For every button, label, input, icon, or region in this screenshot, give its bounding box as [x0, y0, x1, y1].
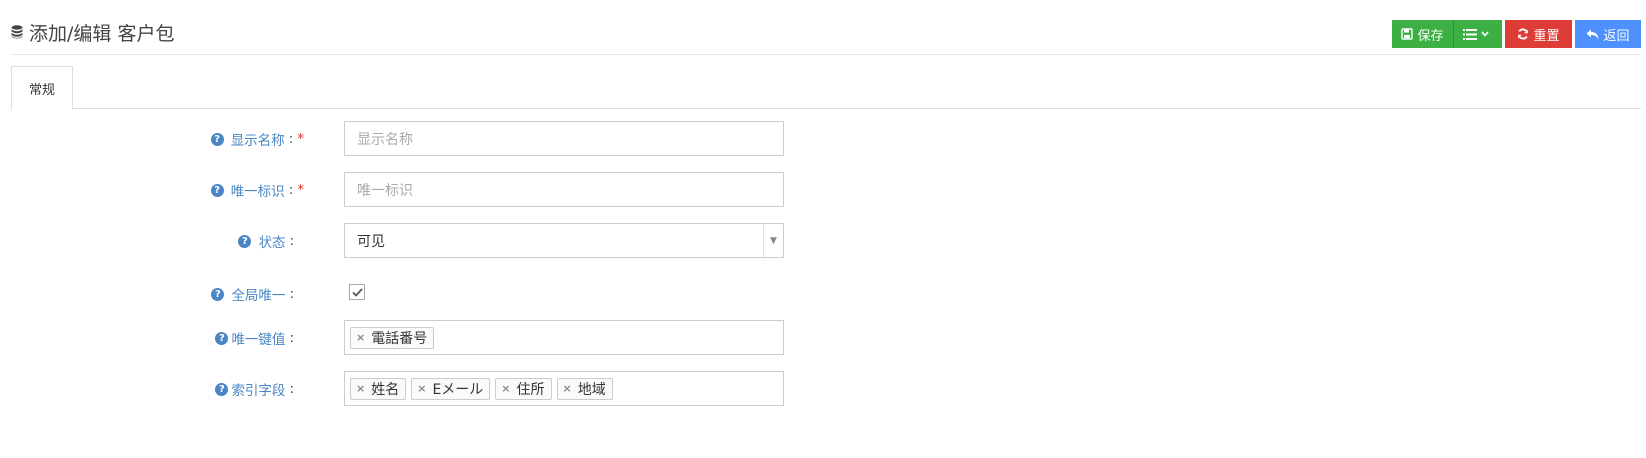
- chevron-down-icon: [1481, 31, 1489, 37]
- display-name-placeholder: 显示名称: [357, 131, 413, 148]
- index-fields-label: ? 索引字段 :: [215, 371, 294, 407]
- unique-key-tag-input[interactable]: × 電話番号: [344, 320, 784, 355]
- save-button[interactable]: 保存: [1392, 20, 1454, 48]
- remove-tag-icon[interactable]: ×: [501, 382, 510, 395]
- required-marker: *: [297, 182, 304, 198]
- back-button-label: 返回: [1603, 28, 1630, 44]
- form-row-unique-key: ? 唯一键值 : × 電話番号: [0, 320, 1646, 356]
- remove-tag-icon[interactable]: ×: [563, 382, 572, 395]
- help-icon[interactable]: ?: [210, 132, 224, 146]
- save-button-label: 保存: [1417, 28, 1444, 44]
- unique-id-placeholder: 唯一标识: [357, 182, 413, 199]
- refresh-icon: [1518, 28, 1529, 40]
- database-icon: [11, 25, 23, 39]
- tag-item: × 住所: [495, 377, 552, 400]
- page-title: 添加/编辑 客户包: [11, 20, 175, 45]
- global-unique-checkbox[interactable]: [349, 284, 365, 300]
- tag-item: × 地域: [556, 377, 613, 400]
- back-button[interactable]: 返回: [1575, 20, 1641, 48]
- page-header: 添加/编辑 客户包 保存 重置 返回: [11, 0, 1641, 55]
- remove-tag-icon[interactable]: ×: [356, 331, 365, 344]
- tab-bar: 常规: [11, 66, 1641, 110]
- caret-down-icon: ▼: [763, 224, 783, 257]
- tag-item: × 姓名: [350, 377, 407, 400]
- global-unique-label: ? 全局唯一 :: [211, 276, 294, 312]
- list-icon: [1463, 28, 1477, 40]
- tag-item: × Eメール: [411, 377, 491, 400]
- form-row-display-name: ? 显示名称 : * 显示名称: [0, 121, 1646, 157]
- tab-general[interactable]: 常规: [11, 66, 73, 110]
- display-name-label: ? 显示名称 : *: [210, 121, 304, 157]
- index-fields-tag-input[interactable]: × 姓名 × Eメール × 住所 × 地域: [344, 371, 784, 406]
- reply-arrow-icon: [1586, 29, 1599, 39]
- form-row-status: ? 状态 : 可见 ▼: [0, 223, 1646, 259]
- form-row-unique-id: ? 唯一标识 : * 唯一标识: [0, 172, 1646, 208]
- status-label: ? 状态 :: [238, 223, 294, 259]
- help-icon[interactable]: ?: [215, 331, 229, 345]
- save-options-dropdown[interactable]: [1454, 20, 1502, 48]
- display-name-input[interactable]: 显示名称: [344, 121, 784, 156]
- help-icon[interactable]: ?: [215, 382, 229, 396]
- remove-tag-icon[interactable]: ×: [356, 382, 365, 395]
- unique-key-label: ? 唯一键值 :: [215, 320, 294, 356]
- status-select[interactable]: 可见 ▼: [344, 223, 784, 258]
- help-icon[interactable]: ?: [238, 234, 252, 248]
- form-row-global-unique: ? 全局唯一 :: [0, 276, 1646, 312]
- remove-tag-icon[interactable]: ×: [417, 382, 426, 395]
- save-icon: [1401, 28, 1414, 40]
- toolbar: 保存 重置 返回: [1392, 20, 1641, 48]
- checkmark-icon: [351, 287, 363, 297]
- required-marker: *: [297, 131, 304, 147]
- help-icon[interactable]: ?: [210, 183, 224, 197]
- reset-button-label: 重置: [1533, 28, 1560, 44]
- reset-button[interactable]: 重置: [1505, 20, 1572, 48]
- status-selected-value: 可见: [357, 233, 385, 250]
- tag-item: × 電話番号: [350, 326, 435, 349]
- unique-id-label: ? 唯一标识 : *: [210, 172, 304, 208]
- help-icon[interactable]: ?: [211, 287, 225, 301]
- page-title-text: 添加/编辑 客户包: [29, 22, 175, 45]
- unique-id-input[interactable]: 唯一标识: [344, 172, 784, 207]
- form-row-index-fields: ? 索引字段 : × 姓名 × Eメール × 住所 × 地域: [0, 371, 1646, 407]
